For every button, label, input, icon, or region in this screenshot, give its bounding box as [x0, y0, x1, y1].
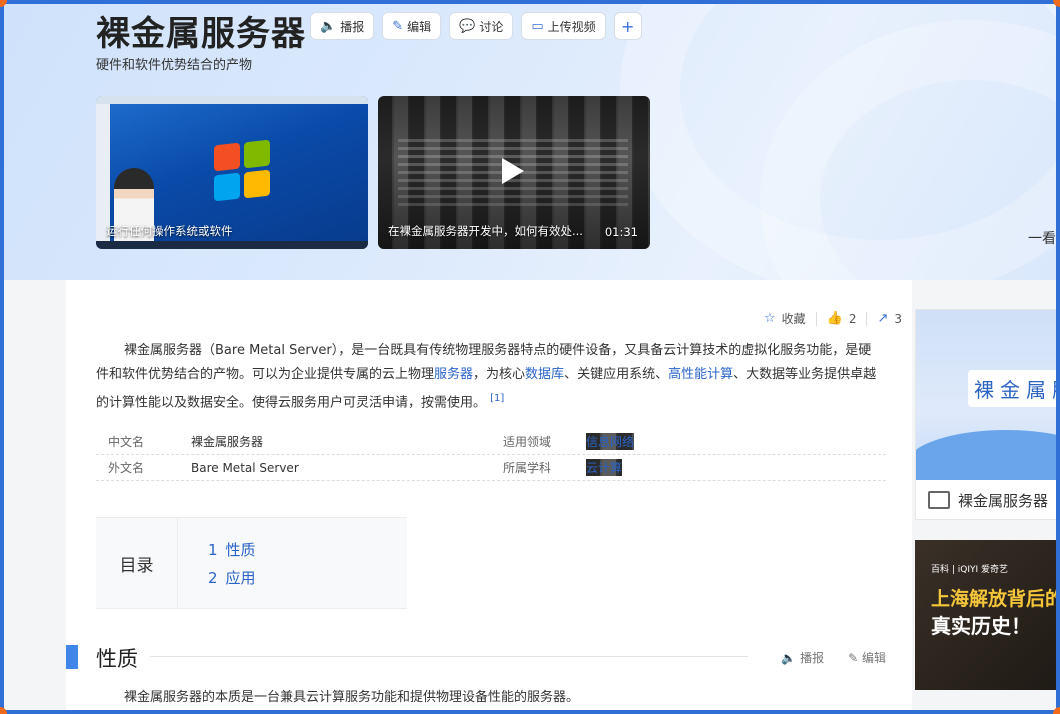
- hero-banner: 裸金属服务器 硬件和软件优势结合的产物 🔈 播报 ✎ 编辑 💬 讨论 ▭ 上传视…: [0, 0, 1060, 280]
- speaker-icon: 🔈: [320, 18, 337, 34]
- toc-list: 1 性质 2 应用: [178, 518, 256, 608]
- info-row: 中文名 裸金属服务器 适用领域 信息网络: [96, 429, 886, 455]
- info-box: 中文名 裸金属服务器 适用领域 信息网络 外文名 Bare Metal Serv…: [96, 429, 886, 481]
- discuss-label: 讨论: [479, 19, 504, 34]
- info-key: 中文名: [108, 435, 145, 449]
- main-content: ☆ 收藏 👍 2 ↗ 3 裸金属服务器（Bare Metal Server），是…: [66, 280, 912, 714]
- summary-text: ，为核心: [473, 367, 526, 382]
- video-duration: 01:31: [604, 225, 638, 239]
- info-value: 裸金属服务器: [191, 435, 264, 449]
- video-caption: 运行任何操作系统或软件: [106, 224, 233, 238]
- link-database[interactable]: 数据库: [525, 367, 564, 382]
- section-paragraph: 裸金属服务器的本质是一台兼具云计算服务功能和提供物理设备性能的服务器。: [124, 690, 580, 705]
- info-key: 外文名: [108, 461, 145, 475]
- upload-video-button[interactable]: ▭ 上传视频: [521, 12, 606, 40]
- summary-paragraph: 裸金属服务器（Bare Metal Server），是一台既具有传统物理服务器特…: [96, 339, 884, 415]
- toc-label: 目录: [96, 518, 178, 608]
- section-actions: 🔈 播报 ✎ 编辑: [781, 649, 886, 666]
- page-title: 裸金属服务器: [96, 14, 306, 54]
- like-count: 2: [848, 311, 857, 326]
- taskbar: [96, 241, 368, 249]
- album-caption: 裸金属服务器: [916, 480, 1059, 520]
- divider: [866, 311, 868, 326]
- toc-number: 2: [208, 569, 218, 587]
- reference-link[interactable]: [1]: [490, 393, 504, 404]
- pencil-icon: ✎: [848, 651, 862, 665]
- album-banner-text: 裸金属服: [968, 370, 1059, 407]
- corner-marker: [1053, 707, 1060, 714]
- thumbs-up-icon[interactable]: 👍: [827, 311, 843, 326]
- wave-decoration: [916, 430, 1059, 480]
- broadcast-button[interactable]: 🔈 播报: [310, 12, 375, 40]
- entry-actions: ☆ 收藏 👍 2 ↗ 3: [764, 310, 902, 327]
- link-hpc[interactable]: 高性能计算: [668, 367, 733, 382]
- sidebar-album-card[interactable]: 裸金属服 裸金属服务器: [915, 309, 1060, 520]
- toc-text: 性质: [225, 541, 256, 559]
- window-bar: [96, 96, 368, 104]
- table-of-contents: 目录 1 性质 2 应用: [96, 517, 407, 609]
- section-title: 性质: [96, 647, 138, 671]
- ad-headline: 真实历史！: [931, 614, 1031, 638]
- section-marker: [66, 645, 78, 669]
- page-subtitle: 硬件和软件优势结合的产物: [96, 58, 253, 73]
- favorite-button[interactable]: 收藏: [782, 310, 806, 327]
- hero-edge-text: 一看: [1028, 231, 1056, 247]
- toc-item[interactable]: 2 应用: [208, 564, 256, 592]
- ad-headline: 上海解放背后的: [931, 588, 1060, 610]
- broadcast-label: 播报: [340, 19, 365, 34]
- info-link[interactable]: 云计算: [586, 459, 623, 476]
- image-gallery-icon: [928, 491, 950, 509]
- upload-video-label: 上传视频: [547, 19, 596, 34]
- star-icon[interactable]: ☆: [764, 311, 776, 326]
- album-caption-text: 裸金属服务器: [958, 491, 1049, 510]
- section-divider: [150, 656, 748, 657]
- video-thumbnail[interactable]: 运行任何操作系统或软件: [96, 96, 368, 249]
- add-button[interactable]: +: [613, 12, 642, 40]
- info-key: 所属学科: [503, 461, 552, 475]
- section-broadcast-button[interactable]: 🔈 播报: [781, 649, 824, 666]
- comment-icon: 💬: [459, 18, 476, 34]
- divider: [815, 311, 817, 326]
- summary-text: 、关键应用系统、: [564, 367, 669, 382]
- album-image: 裸金属服: [916, 310, 1059, 480]
- video-caption: 在裸金属服务器开发中，如何有效处...: [388, 224, 583, 238]
- corner-marker: [0, 707, 7, 714]
- edit-button[interactable]: ✎ 编辑: [382, 12, 442, 40]
- toc-text: 应用: [225, 569, 256, 587]
- windows-logo-icon: [214, 139, 272, 202]
- toc-number: 1: [208, 541, 218, 559]
- toc-item[interactable]: 1 性质: [208, 536, 256, 564]
- share-count: 3: [894, 311, 902, 326]
- info-key: 适用领域: [503, 435, 552, 449]
- pencil-icon: ✎: [392, 18, 404, 34]
- info-row: 外文名 Bare Metal Server 所属学科 云计算: [96, 455, 886, 481]
- plus-icon: +: [620, 16, 635, 36]
- video-thumbnail[interactable]: 在裸金属服务器开发中，如何有效处... 01:31: [378, 96, 650, 249]
- link-server[interactable]: 服务器: [434, 367, 473, 382]
- sidebar-video-ad[interactable]: 百科 | iQIYI 爱奇艺 上海解放背后的 真实历史！: [915, 540, 1060, 690]
- speaker-icon: 🔈: [781, 651, 801, 665]
- section-edit-label: 编辑: [861, 651, 886, 665]
- info-value: Bare Metal Server: [191, 460, 299, 475]
- section-edit-button[interactable]: ✎ 编辑: [848, 649, 886, 666]
- discuss-button[interactable]: 💬 讨论: [449, 12, 514, 40]
- edit-label: 编辑: [407, 19, 432, 34]
- ad-source: 百科 | iQIYI 爱奇艺: [931, 565, 1009, 575]
- play-icon[interactable]: [502, 158, 524, 184]
- header-toolbar: 🔈 播报 ✎ 编辑 💬 讨论 ▭ 上传视频 +: [310, 12, 642, 40]
- info-link[interactable]: 信息网络: [586, 433, 635, 450]
- share-icon[interactable]: ↗: [877, 311, 888, 326]
- section-broadcast-label: 播报: [800, 651, 825, 665]
- video-camera-icon: ▭: [531, 18, 544, 34]
